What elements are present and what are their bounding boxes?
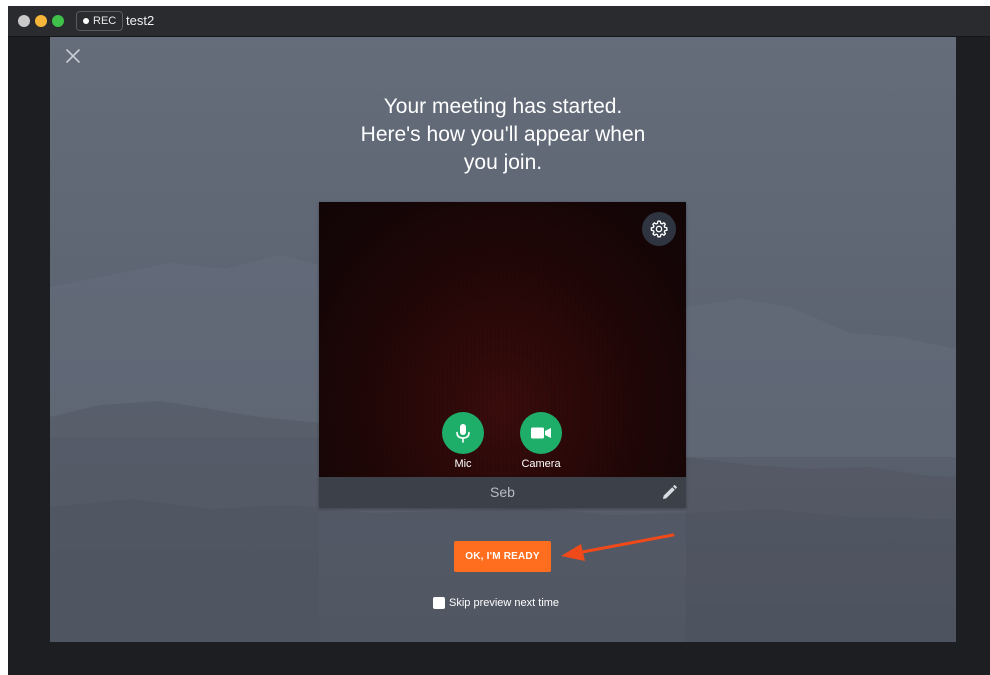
rec-badge[interactable]: REC — [76, 11, 124, 31]
window-title: test2 — [126, 13, 155, 28]
camera-control: Camera — [506, 412, 576, 471]
headline-line-1: Your meeting has started. — [383, 95, 623, 118]
gear-icon — [650, 220, 668, 238]
headline-line-2: Here's how you'll appear when — [360, 123, 646, 146]
pencil-icon[interactable] — [660, 484, 678, 502]
mic-control: Mic — [428, 412, 498, 471]
settings-button[interactable] — [642, 212, 676, 246]
camera-feed: Mic Camera — [319, 202, 686, 477]
participant-name-bar: Seb — [319, 477, 686, 508]
participant-name: Seb — [490, 484, 515, 500]
annotation-arrow-icon — [561, 533, 675, 561]
microphone-icon — [456, 424, 470, 443]
window-minimize-button[interactable] — [35, 15, 47, 27]
mic-label: Mic — [454, 458, 472, 470]
mic-toggle-button[interactable] — [442, 412, 484, 454]
rec-label: REC — [93, 15, 117, 27]
camera-label: Camera — [521, 458, 561, 470]
skip-preview-option[interactable]: Skip preview next time — [433, 595, 559, 611]
record-dot-icon — [83, 18, 89, 24]
app-window: REC test2 Your meeting has started. Here… — [8, 6, 990, 675]
close-icon[interactable] — [64, 47, 82, 65]
headline-line-3: you join. — [463, 151, 543, 174]
window-maximize-button[interactable] — [52, 15, 64, 27]
video-preview: Mic Camera Seb — [319, 202, 686, 508]
title-bar: REC test2 — [8, 6, 990, 37]
skip-preview-checkbox[interactable] — [433, 597, 445, 609]
skip-preview-label[interactable]: Skip preview next time — [449, 596, 559, 610]
preview-dialog: Your meeting has started. Here's how you… — [50, 37, 956, 642]
window-close-button[interactable] — [18, 15, 30, 27]
video-camera-icon — [531, 427, 551, 439]
ready-button[interactable]: OK, I'M READY — [454, 541, 551, 572]
camera-toggle-button[interactable] — [520, 412, 562, 454]
page-title: Your meeting has started. Here's how you… — [303, 93, 703, 177]
